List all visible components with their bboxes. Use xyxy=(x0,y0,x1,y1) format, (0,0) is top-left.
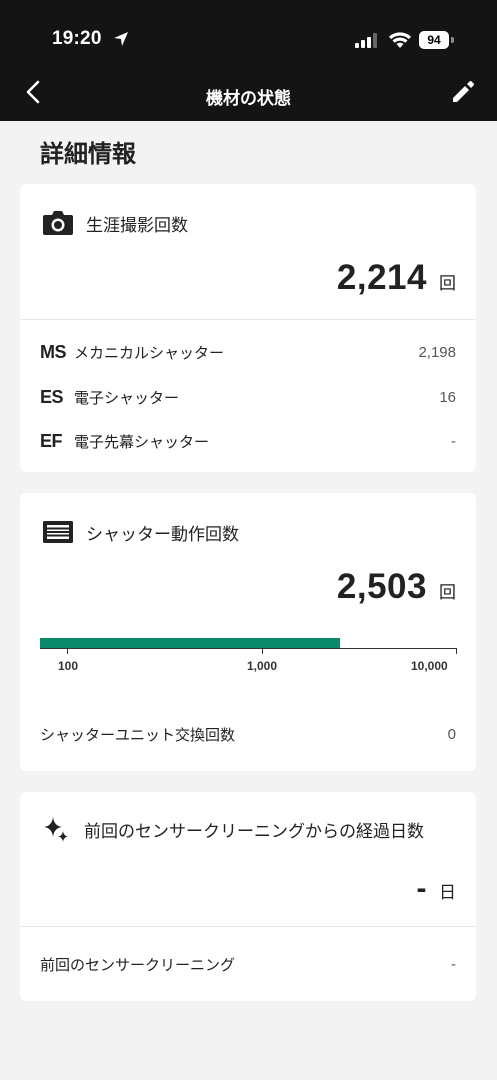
shutter-actuations-label: シャッター動作回数 xyxy=(86,524,239,545)
row-code: MS xyxy=(40,341,67,362)
divider xyxy=(20,926,476,927)
camera-icon xyxy=(43,211,73,235)
total-shots-header: 生涯撮影回数 xyxy=(42,208,188,238)
scale-tick-label: 1,000 xyxy=(247,659,278,673)
total-shots-label: 生涯撮影回数 xyxy=(86,215,188,236)
scale-tick xyxy=(67,648,68,654)
battery-level: 94 xyxy=(419,31,449,49)
total-shots-number: 2,214 xyxy=(336,258,427,297)
total-shots-card: 生涯撮影回数 2,214 回 MS メカニカルシャッター 2,198 ES 電子… xyxy=(20,184,476,472)
row-label: メカニカルシャッター xyxy=(74,343,225,362)
shutter-actuations-count: 2,503 回 xyxy=(337,567,456,607)
row-value: - xyxy=(451,432,456,450)
unit-replacement-value: 0 xyxy=(447,726,456,743)
row-label: 電子シャッター xyxy=(74,388,180,407)
last-cleaning-value: - xyxy=(451,956,456,973)
sensor-cleaning-days: - 日 xyxy=(417,872,457,906)
unit-replacement-row: シャッターユニット交換回数 0 xyxy=(40,724,456,745)
last-cleaning-label: 前回のセンサークリーニング xyxy=(40,956,236,974)
scale-tick-label: 100 xyxy=(58,659,79,673)
shutter-actuations-card: シャッター動作回数 2,503 回 100 1,000 10,000 シャッター… xyxy=(20,493,476,771)
actuation-progress-track xyxy=(40,648,457,649)
sensor-cleaning-days-unit: 日 xyxy=(439,883,456,903)
scale-tick xyxy=(456,648,457,654)
page-title: 機材の状態 xyxy=(206,89,291,109)
actuation-progress-fill xyxy=(40,638,340,648)
row-label: 電子先幕シャッター xyxy=(74,432,210,451)
sensor-cleaning-card: 前回のセンサークリーニングからの経過日数 - 日 前回のセンサークリーニング - xyxy=(20,792,476,1001)
sensor-cleaning-days-number: - xyxy=(416,872,427,905)
last-cleaning-row: 前回のセンサークリーニング - xyxy=(40,954,456,975)
sensor-cleaning-header: 前回のセンサークリーニングからの経過日数 xyxy=(42,814,424,844)
sparkle-icon xyxy=(44,817,68,842)
row-code: EF xyxy=(40,430,63,451)
top-bar: 19:20 94 機材の状態 xyxy=(0,0,497,121)
row-value: 16 xyxy=(439,388,456,406)
section-title: 詳細情報 xyxy=(40,140,136,168)
divider xyxy=(20,319,476,320)
battery-icon: 94 xyxy=(419,31,455,49)
breakdown-row-ms: MS メカニカルシャッター 2,198 xyxy=(40,340,456,364)
scale-tick xyxy=(262,648,263,654)
breakdown-row-es: ES 電子シャッター 16 xyxy=(40,385,456,409)
unit-replacement-label: シャッターユニット交換回数 xyxy=(40,726,236,744)
scale-tick-label: 10,000 xyxy=(411,659,448,673)
row-code: ES xyxy=(40,386,64,407)
total-shots-unit: 回 xyxy=(439,274,456,294)
sensor-cleaning-label: 前回のセンサークリーニングからの経過日数 xyxy=(84,821,424,842)
cellular-signal-icon xyxy=(355,33,377,48)
shutter-icon xyxy=(43,521,73,543)
row-value: 2,198 xyxy=(418,343,456,361)
wifi-icon xyxy=(389,32,411,48)
breakdown-row-ef: EF 電子先幕シャッター - xyxy=(40,429,456,453)
shutter-actuations-unit: 回 xyxy=(439,583,456,603)
shutter-actuations-header: シャッター動作回数 xyxy=(42,517,239,547)
status-time: 19:20 xyxy=(52,28,102,49)
total-shots-count: 2,214 回 xyxy=(337,258,456,298)
location-arrow-icon xyxy=(114,32,128,46)
shutter-actuations-number: 2,503 xyxy=(336,567,427,606)
pencil-icon[interactable] xyxy=(450,79,476,105)
